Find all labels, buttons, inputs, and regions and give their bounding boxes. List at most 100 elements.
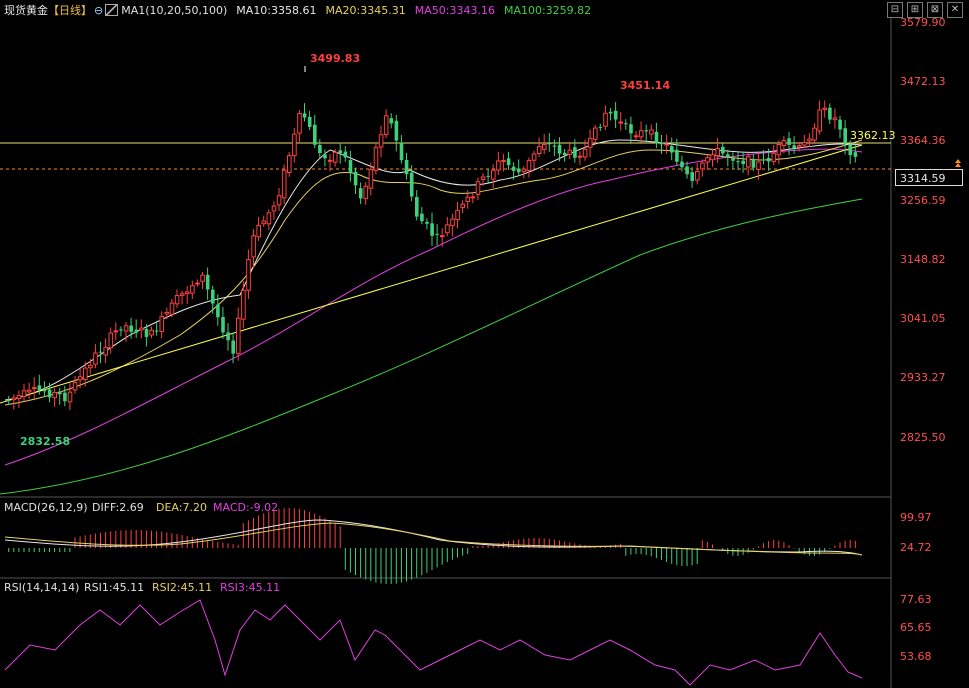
candle-body xyxy=(536,146,542,155)
candle-body xyxy=(751,159,756,168)
candle-body xyxy=(144,329,149,337)
candle-body xyxy=(394,120,399,141)
candle-body xyxy=(741,160,745,165)
candle-body xyxy=(567,149,573,155)
candle-body xyxy=(649,129,654,135)
candle-body xyxy=(266,212,272,225)
candle-body xyxy=(746,156,751,168)
candle-body xyxy=(659,142,664,145)
candle-body xyxy=(16,395,22,400)
candle-body xyxy=(629,124,633,134)
candle-body xyxy=(680,161,684,168)
candle-body xyxy=(119,329,123,331)
candle-body xyxy=(88,365,93,369)
candle-body xyxy=(7,399,11,401)
candle-body xyxy=(271,205,277,212)
candle-body xyxy=(557,144,562,154)
candle-body xyxy=(190,285,195,294)
kline-chart[interactable]: 3579.90 3472.13 3364.36 3256.59 3148.82 … xyxy=(0,0,969,688)
candle-body xyxy=(52,391,58,399)
candle-body xyxy=(246,259,251,291)
candle-body xyxy=(726,154,730,157)
price-axis: 3579.90 3472.13 3364.36 3256.59 3148.82 … xyxy=(900,16,946,444)
candle-body xyxy=(37,385,42,391)
candle-body xyxy=(613,110,618,120)
candle-body xyxy=(465,196,471,203)
current-price-box: 3314.59 xyxy=(895,169,963,186)
candle-body xyxy=(480,176,486,180)
candle-body xyxy=(797,145,802,148)
candle-body xyxy=(129,325,133,332)
candle-body xyxy=(205,274,210,290)
candle-body xyxy=(103,346,109,356)
candle-body xyxy=(11,397,17,401)
candle-body xyxy=(383,115,389,135)
candle-body xyxy=(226,332,230,341)
candle-body xyxy=(761,159,766,161)
ma100-line xyxy=(0,198,863,495)
candle-body xyxy=(812,127,817,141)
candle-body xyxy=(323,154,327,159)
candle-body xyxy=(491,169,496,180)
candle-body xyxy=(348,160,353,173)
candle-body xyxy=(63,392,67,402)
candle-body xyxy=(633,135,639,138)
candle-body xyxy=(577,155,583,158)
candle-body xyxy=(470,196,476,199)
candle-body xyxy=(154,330,159,332)
candle-body xyxy=(598,126,603,128)
price-marker-icon xyxy=(955,159,961,163)
candle-body xyxy=(236,317,241,354)
candle-body xyxy=(787,138,791,145)
candle-body xyxy=(353,171,358,186)
candle-body xyxy=(32,387,37,390)
axis-tick: 2933.27 xyxy=(900,371,946,384)
candle-body xyxy=(368,169,374,189)
candle-body xyxy=(420,213,424,222)
candle-body xyxy=(638,130,644,138)
candle-body xyxy=(256,225,261,238)
candle-body xyxy=(67,391,73,403)
candle-body xyxy=(358,188,363,199)
candle-body xyxy=(587,137,593,148)
candle-body xyxy=(517,168,521,173)
candle-body xyxy=(624,123,628,125)
candle-body xyxy=(475,181,481,195)
candle-body xyxy=(195,282,200,285)
candle-body xyxy=(174,295,180,305)
candle-body xyxy=(828,107,832,120)
candle-body xyxy=(276,195,282,206)
candle-body xyxy=(123,325,129,332)
candle-body xyxy=(695,170,700,181)
candle-body xyxy=(542,143,547,150)
candle-body xyxy=(58,391,62,395)
candle-body xyxy=(440,235,445,238)
axis-tick: 65.65 xyxy=(900,621,932,634)
candle-body xyxy=(378,134,384,148)
axis-tick: 53.68 xyxy=(900,650,932,663)
axis-tick: 24.72 xyxy=(900,541,932,554)
candle-body xyxy=(496,160,501,171)
candle-body xyxy=(231,340,235,354)
candle-body xyxy=(756,161,761,170)
candle-body xyxy=(832,117,838,121)
candle-body xyxy=(159,316,165,332)
rsi3-value: RSI3:45.11 xyxy=(220,581,280,594)
candle-body xyxy=(506,158,511,166)
candle-body xyxy=(327,159,333,162)
candle-body xyxy=(149,329,154,336)
candle-body xyxy=(287,155,292,174)
candle-body xyxy=(108,332,114,349)
candle-body xyxy=(83,367,88,380)
macd-label: MACD(26,12,9) xyxy=(4,501,88,514)
candle-body xyxy=(404,159,409,175)
candle-body xyxy=(853,152,858,157)
candle-body xyxy=(792,145,796,149)
candle-body xyxy=(164,311,170,315)
candle-body xyxy=(736,161,740,163)
dea-line xyxy=(4,522,863,556)
rsi-line xyxy=(4,599,863,686)
ascending-trendline[interactable] xyxy=(0,144,863,404)
axis-tick: 3256.59 xyxy=(900,194,946,207)
candle-body xyxy=(521,168,527,173)
